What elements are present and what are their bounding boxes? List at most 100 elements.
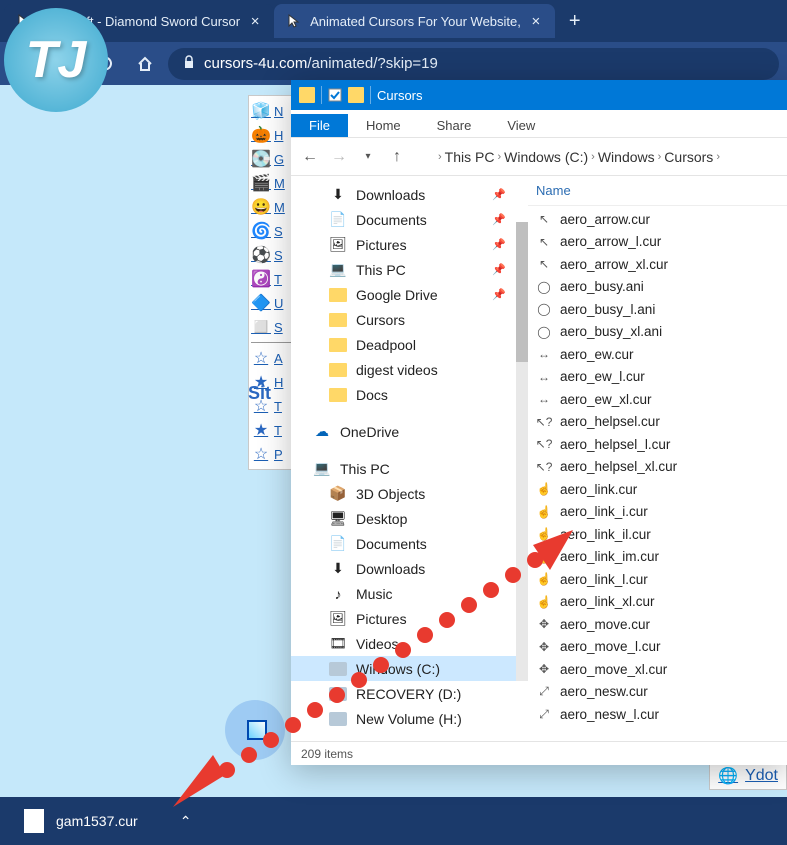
ribbon-tab-home[interactable]: Home xyxy=(348,114,419,137)
sidebar-link[interactable]: ◻️S xyxy=(251,315,293,339)
folder-icon[interactable] xyxy=(348,87,364,103)
file-list[interactable]: ↖aero_arrow.cur↖aero_arrow_l.cur↖aero_ar… xyxy=(528,206,787,741)
breadcrumb-item[interactable]: This PC xyxy=(445,149,495,165)
file-item[interactable]: ↖aero_arrow_xl.cur xyxy=(528,253,787,276)
chevron-right-icon[interactable]: › xyxy=(438,151,442,163)
star-icon: ★ xyxy=(251,420,271,440)
item-icon: ♪ xyxy=(329,585,347,603)
item-icon: 🎞 xyxy=(329,635,347,653)
file-item[interactable]: ↖?aero_helpsel.cur xyxy=(528,411,787,434)
file-item[interactable]: ↖aero_arrow_l.cur xyxy=(528,231,787,254)
nav-item[interactable]: 🖼Pictures xyxy=(291,606,516,631)
tab-2[interactable]: Animated Cursors For Your Website, × xyxy=(274,4,555,38)
nav-up[interactable]: ↑ xyxy=(384,144,410,170)
file-item[interactable]: ↔aero_ew.cur xyxy=(528,343,787,366)
nav-item[interactable]: New Volume (H:) xyxy=(291,706,516,731)
breadcrumb-item[interactable]: Cursors xyxy=(664,149,713,165)
nav-item[interactable]: Cursors xyxy=(291,307,516,332)
file-item[interactable]: ◯aero_busy_l.ani xyxy=(528,298,787,321)
nav-item[interactable]: 🎞Videos xyxy=(291,631,516,656)
file-item[interactable]: ◯aero_busy.ani xyxy=(528,276,787,299)
file-item[interactable]: ✥aero_move.cur xyxy=(528,613,787,636)
sidebar-star-link[interactable]: ☆A xyxy=(251,346,293,370)
nav-item[interactable]: ⬇Downloads📌 xyxy=(291,182,516,207)
sidebar-link[interactable]: ⚽S xyxy=(251,243,293,267)
nav-item[interactable]: 🖼Pictures📌 xyxy=(291,232,516,257)
ribbon-tab-view[interactable]: View xyxy=(489,114,553,137)
nav-item[interactable]: 📄Documents📌 xyxy=(291,207,516,232)
sidebar-link[interactable]: ☯️T xyxy=(251,267,293,291)
download-item[interactable]: gam1537.cur ⌃ xyxy=(14,802,201,840)
chevron-up-icon[interactable]: ⌃ xyxy=(180,813,192,830)
nav-item[interactable]: 💻This PC📌 xyxy=(291,257,516,282)
sidebar-link[interactable]: 💽G xyxy=(251,147,293,171)
chevron-right-icon[interactable]: › xyxy=(716,151,720,163)
file-item[interactable]: ☝aero_link_i.cur xyxy=(528,501,787,524)
tab-strip: Minecraft - Diamond Sword Cursor × Anima… xyxy=(0,0,787,42)
chevron-right-icon[interactable]: › xyxy=(591,151,595,163)
sidebar-star-link[interactable]: ☆P xyxy=(251,442,293,466)
ribbon-tab-file[interactable]: File xyxy=(291,114,348,137)
nav-item[interactable]: ⬇Downloads xyxy=(291,556,516,581)
file-item[interactable]: ✥aero_move_l.cur xyxy=(528,636,787,659)
sidebar-link[interactable]: 🔷U xyxy=(251,291,293,315)
nav-item[interactable]: Docs xyxy=(291,382,516,407)
browser-chrome: Minecraft - Diamond Sword Cursor × Anima… xyxy=(0,0,787,85)
breadcrumb-item[interactable]: Windows xyxy=(598,149,655,165)
nav-item[interactable]: 📦3D Objects xyxy=(291,481,516,506)
sidebar-link[interactable]: 😀M xyxy=(251,195,293,219)
sidebar-link[interactable]: 🧊N xyxy=(251,99,293,123)
home-button[interactable] xyxy=(128,47,162,81)
file-item[interactable]: ↖?aero_helpsel_l.cur xyxy=(528,433,787,456)
file-item[interactable]: ☝aero_link_xl.cur xyxy=(528,591,787,614)
file-item[interactable]: ↔aero_ew_xl.cur xyxy=(528,388,787,411)
window-title: Cursors xyxy=(377,88,423,103)
nav-item[interactable]: digest videos xyxy=(291,357,516,382)
nav-thispc[interactable]: 💻This PC xyxy=(291,456,516,481)
nav-item[interactable]: Windows (C:) xyxy=(291,656,516,681)
file-item[interactable]: ↔aero_ew_l.cur xyxy=(528,366,787,389)
breadcrumb[interactable]: › This PC›Windows (C:)›Windows›Cursors› xyxy=(413,143,781,171)
nav-item[interactable]: 🖥Desktop xyxy=(291,506,516,531)
file-item[interactable]: ✥aero_move_xl.cur xyxy=(528,658,787,681)
ydot-link[interactable]: 🌐 Ydot xyxy=(709,762,787,790)
file-item[interactable]: ☝aero_link_l.cur xyxy=(528,568,787,591)
nav-item[interactable]: ♪Music xyxy=(291,581,516,606)
nav-item[interactable]: Google Drive📌 xyxy=(291,282,516,307)
file-item[interactable]: ⤢aero_nesw.cur xyxy=(528,681,787,704)
quick-access-toolbar[interactable] xyxy=(328,87,364,103)
titlebar[interactable]: Cursors xyxy=(291,80,787,110)
sidebar-link[interactable]: 🌀S xyxy=(251,219,293,243)
sidebar-star-link[interactable]: ★T xyxy=(251,418,293,442)
sidebar-link[interactable]: 🎬M xyxy=(251,171,293,195)
file-item[interactable]: ◯aero_busy_xl.ani xyxy=(528,321,787,344)
close-icon[interactable]: × xyxy=(529,14,543,28)
cursor-file-icon: ☝ xyxy=(536,549,552,565)
checkbox-icon[interactable] xyxy=(328,88,342,102)
scrollbar[interactable] xyxy=(516,176,528,741)
file-item[interactable]: ☝aero_link.cur xyxy=(528,478,787,501)
new-tab-button[interactable]: + xyxy=(555,10,595,33)
sidebar-link[interactable]: 🎃H xyxy=(251,123,293,147)
nav-back[interactable]: ← xyxy=(297,144,323,170)
nav-onedrive[interactable]: ☁OneDrive xyxy=(291,419,516,444)
nav-item[interactable]: RECOVERY (D:) xyxy=(291,681,516,706)
file-item[interactable]: ↖aero_arrow.cur xyxy=(528,208,787,231)
file-item[interactable]: ⤢aero_nesw_l.cur xyxy=(528,703,787,726)
nav-item[interactable]: Deadpool xyxy=(291,332,516,357)
file-item[interactable]: ☝aero_link_il.cur xyxy=(528,523,787,546)
column-header-name[interactable]: Name xyxy=(528,176,787,206)
address-bar[interactable]: cursors-4u.com/animated/?skip=19 xyxy=(168,48,779,80)
cursor-file-icon: ↔ xyxy=(536,391,552,407)
file-item[interactable]: ☝aero_link_im.cur xyxy=(528,546,787,569)
close-icon[interactable]: × xyxy=(248,14,262,28)
chevron-right-icon[interactable]: › xyxy=(658,151,662,163)
nav-pane[interactable]: ⬇Downloads📌📄Documents📌🖼Pictures📌💻This PC… xyxy=(291,176,516,741)
chevron-right-icon[interactable]: › xyxy=(497,151,501,163)
ribbon-tab-share[interactable]: Share xyxy=(419,114,490,137)
cursor-icon xyxy=(286,13,302,29)
breadcrumb-item[interactable]: Windows (C:) xyxy=(504,149,588,165)
nav-recent[interactable]: ▾ xyxy=(355,144,381,170)
nav-item[interactable]: 📄Documents xyxy=(291,531,516,556)
file-item[interactable]: ↖?aero_helpsel_xl.cur xyxy=(528,456,787,479)
